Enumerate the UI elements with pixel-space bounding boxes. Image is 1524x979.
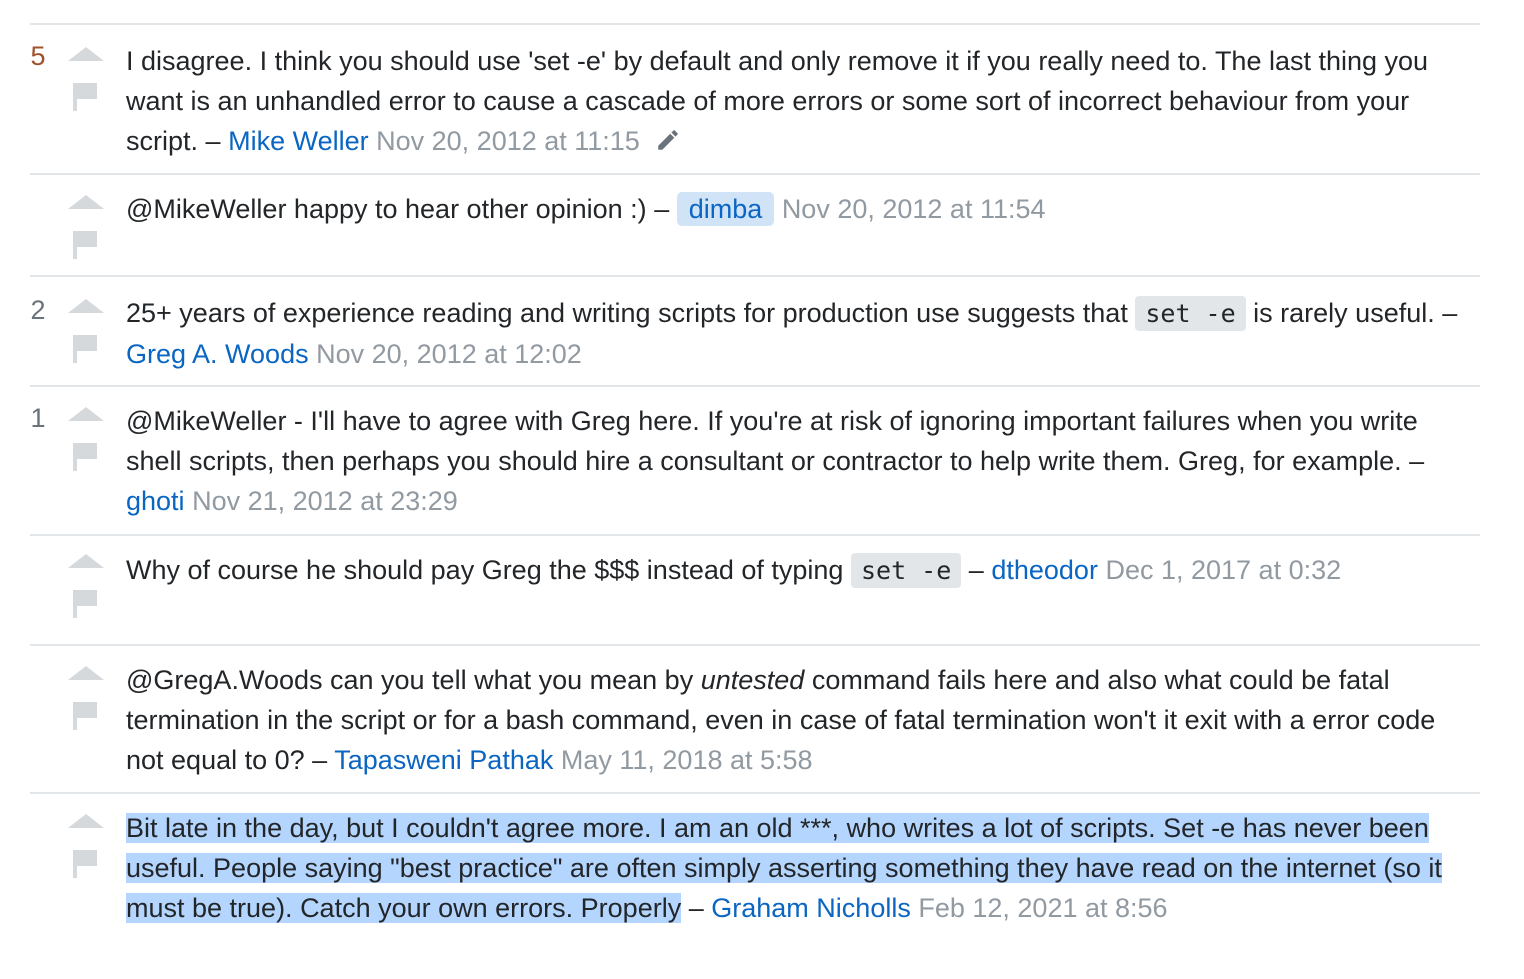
comment-user-link[interactable]: Tapasweni Pathak [334,745,553,775]
comment-actions: 2 [30,277,126,385]
comment-date[interactable]: May 11, 2018 at 5:58 [561,745,813,775]
comment-separator: – [1409,446,1425,476]
upvote-arrow-icon[interactable] [68,554,104,568]
comment-separator: – [654,194,670,224]
comment-user-link[interactable]: Graham Nicholls [711,893,911,923]
flag-icon[interactable] [71,81,99,113]
comment-separator: – [205,126,221,156]
upvote-arrow-icon[interactable] [68,195,104,209]
comment-body: 25+ years of experience reading and writ… [126,277,1480,385]
comment-actions [30,794,126,979]
comment-date[interactable]: Nov 20, 2012 at 11:15 [376,126,640,156]
comment-score: 2 [30,295,46,325]
comment-body: Why of course he should pay Greg the $$$… [126,536,1480,644]
comment: 5 I disagree. I think you should use 'se… [30,25,1480,175]
comment-body: I disagree. I think you should use 'set … [126,25,1480,173]
comment-date[interactable]: Nov 21, 2012 at 23:29 [192,486,458,516]
comment: 2 25+ years of experience reading and wr… [30,277,1480,387]
comment-actions: 5 [30,25,126,173]
comment-score: 5 [30,41,46,71]
flag-icon[interactable] [71,700,99,732]
flag-icon[interactable] [71,229,99,261]
comment: Why of course he should pay Greg the $$$… [30,536,1480,646]
upvote-arrow-icon[interactable] [68,666,104,680]
flag-icon[interactable] [71,333,99,365]
comment-actions: 1 [30,387,126,534]
comment-date[interactable]: Nov 20, 2012 at 11:54 [782,194,1046,224]
comment-text-before-emphasis: @GregA.Woods can you tell what you mean … [126,665,694,695]
comment-separator: – [688,893,704,923]
comment-user-link[interactable]: Greg A. Woods [126,339,309,369]
comment-text-before-code: 25+ years of experience reading and writ… [126,298,1128,328]
flag-icon[interactable] [71,588,99,620]
comment-actions [30,175,126,275]
inline-code: set -e [1135,296,1246,331]
comment-body: @MikeWeller - I'll have to agree with Gr… [126,387,1480,534]
flag-icon[interactable] [71,441,99,473]
comment-date[interactable]: Dec 1, 2017 at 0:32 [1105,555,1341,585]
flag-icon[interactable] [71,848,99,880]
comment-date[interactable]: Feb 12, 2021 at 8:56 [918,893,1167,923]
comment-body: Bit late in the day, but I couldn't agre… [126,794,1480,979]
comment-actions [30,646,126,792]
upvote-arrow-icon[interactable] [68,407,104,421]
comment-actions [30,536,126,644]
comment-emphasis: untested [700,665,805,695]
comments-list: 5 I disagree. I think you should use 'se… [30,23,1480,979]
comment-text: @MikeWeller - I'll have to agree with Gr… [126,406,1418,476]
comment-separator: – [968,555,984,585]
comment-user-link[interactable]: Mike Weller [228,126,369,156]
upvote-arrow-icon[interactable] [68,814,104,828]
comment-user-link[interactable]: dtheodor [991,555,1098,585]
comment-body: @MikeWeller happy to hear other opinion … [126,175,1480,275]
pencil-icon[interactable] [655,127,681,153]
comment: 1 @MikeWeller - I'll have to agree with … [30,387,1480,536]
comment-separator: – [1442,298,1458,328]
upvote-arrow-icon[interactable] [68,299,104,313]
comment-score: 1 [30,403,46,433]
comment: Bit late in the day, but I couldn't agre… [30,794,1480,979]
comment-text: @MikeWeller happy to hear other opinion … [126,194,647,224]
comment-text-before-code: Why of course he should pay Greg the $$$… [126,555,844,585]
comment: @GregA.Woods can you tell what you mean … [30,646,1480,794]
upvote-arrow-icon[interactable] [68,47,104,61]
comment-user-link[interactable]: dimba [676,192,775,226]
comment-body: @GregA.Woods can you tell what you mean … [126,646,1480,792]
comment-date[interactable]: Nov 20, 2012 at 12:02 [316,339,582,369]
comment-separator: – [312,745,328,775]
comment-user-link[interactable]: ghoti [126,486,185,516]
inline-code: set -e [850,553,962,588]
comment: @MikeWeller happy to hear other opinion … [30,175,1480,277]
comment-text-after-code: is rarely useful. [1253,298,1435,328]
